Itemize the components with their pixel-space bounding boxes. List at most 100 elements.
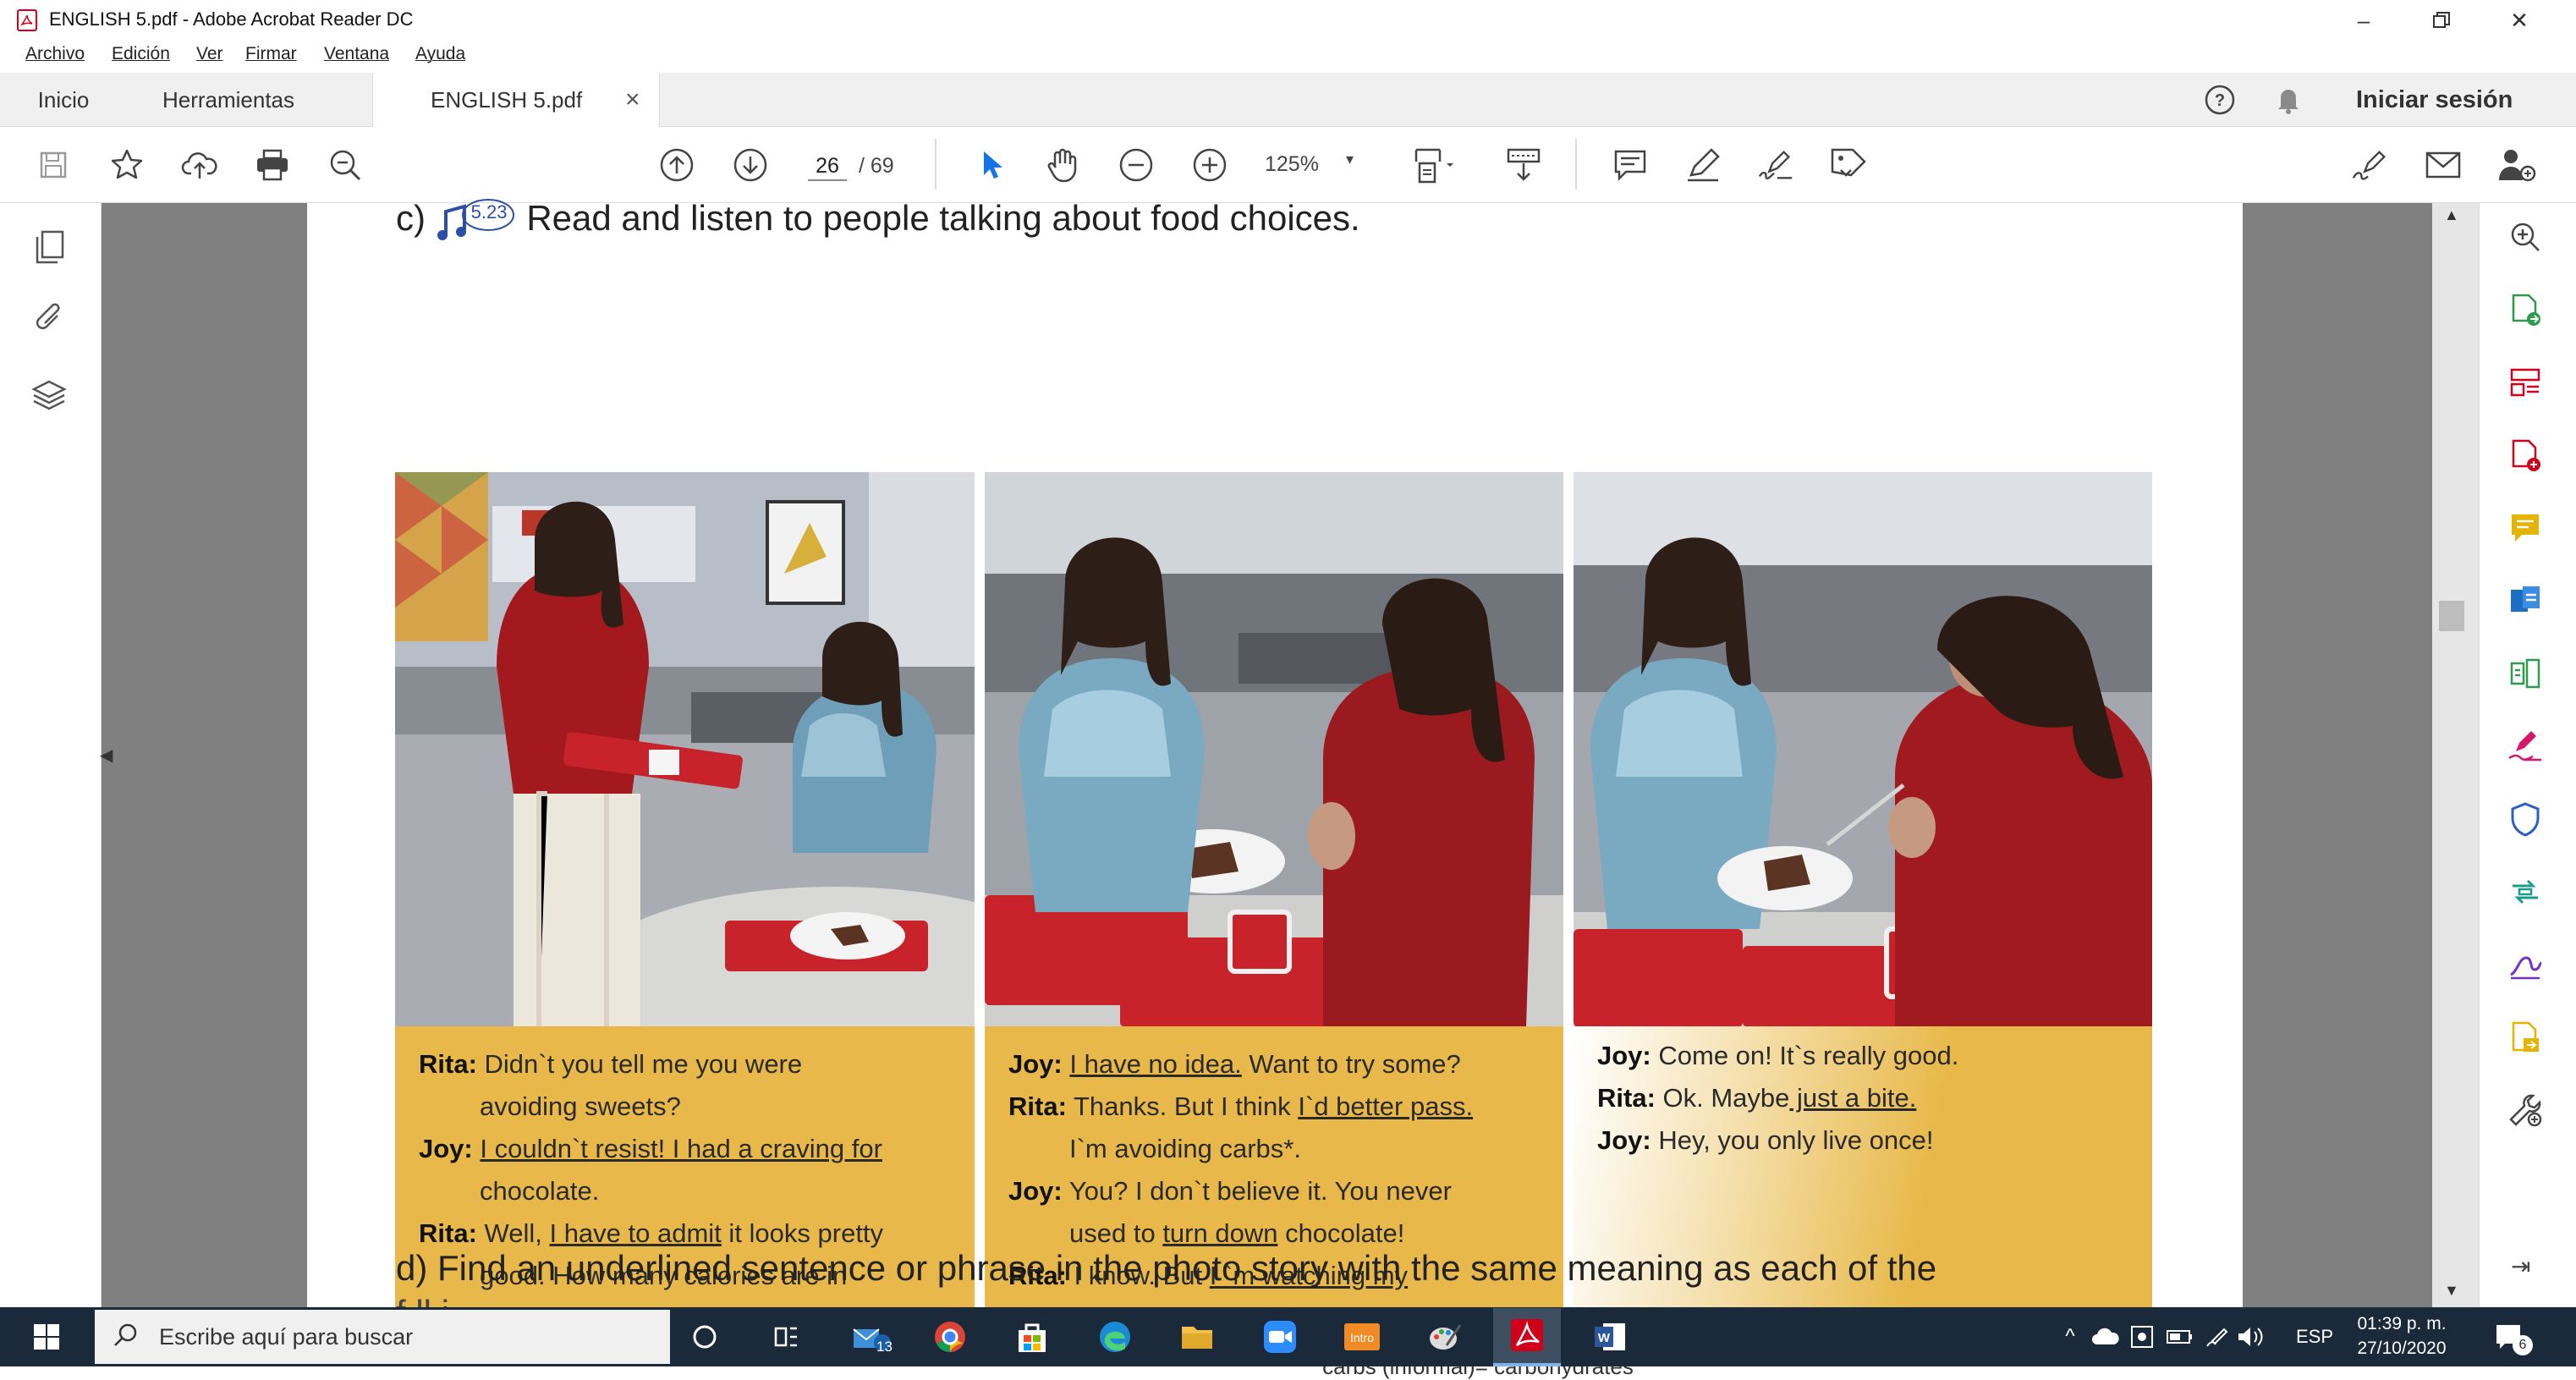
taskbar-search-box[interactable]: Escribe aquí para buscar <box>95 1310 670 1364</box>
search-placeholder: Escribe aquí para buscar <box>159 1323 414 1350</box>
dialogue-text: You? I don`t believe it. You never <box>1068 1176 1452 1206</box>
comment-icon[interactable] <box>1611 146 1650 184</box>
windows-start-icon[interactable] <box>25 1313 68 1361</box>
print-icon[interactable] <box>253 146 292 184</box>
onedrive-icon[interactable] <box>2088 1313 2122 1361</box>
fill-sign-icon[interactable] <box>2350 146 2389 184</box>
comment-tool-icon[interactable] <box>2504 507 2546 549</box>
scrollbar-thumb[interactable] <box>2439 601 2464 631</box>
stamp-tag-icon[interactable] <box>1829 146 1868 184</box>
maximize-button[interactable] <box>2404 2 2479 39</box>
bookmark-star-icon[interactable] <box>107 146 146 184</box>
action-center-icon[interactable]: 6 <box>2487 1313 2533 1361</box>
convert-pdf-icon[interactable] <box>2504 580 2546 622</box>
left-sidebar <box>0 203 102 1307</box>
tab-document[interactable]: ENGLISH 5.pdf × <box>372 73 660 127</box>
scroll-up-arrow-icon[interactable]: ▲ <box>2444 206 2459 224</box>
system-clock[interactable]: 01:39 p. m. 27/10/2020 <box>2355 1311 2448 1361</box>
dialogue-line: Joy: Hey, you only live once! <box>1597 1119 2152 1162</box>
file-explorer-icon[interactable] <box>1176 1313 1218 1361</box>
menu-archivo[interactable]: Archivo <box>25 44 85 64</box>
underlined-phrase: just a bite. <box>1789 1083 1917 1113</box>
notification-badge: 6 <box>2513 1335 2533 1355</box>
sign-icon[interactable] <box>1756 146 1795 184</box>
organize-pages-icon[interactable] <box>2504 361 2546 404</box>
help-icon[interactable]: ? <box>2204 84 2236 120</box>
more-tools-wrench-icon[interactable] <box>2504 1089 2546 1131</box>
select-cursor-icon[interactable] <box>971 146 1010 184</box>
menu-ventana[interactable]: Ventana <box>324 44 389 64</box>
vertical-scrollbar[interactable]: ▲ ▼ <box>2432 203 2479 1307</box>
minimize-button[interactable]: – <box>2326 2 2401 39</box>
dialogue-line: Rita: Didn`t you tell me you were <box>419 1043 975 1086</box>
scroll-down-arrow-icon[interactable]: ▼ <box>2444 1282 2459 1300</box>
store-icon[interactable] <box>1011 1313 1053 1361</box>
menu-edicion[interactable]: Edición <box>112 44 170 64</box>
track-number: 5.23 <box>470 201 508 223</box>
zoom-in-icon[interactable] <box>1190 146 1229 184</box>
tab-close-button[interactable]: × <box>625 85 640 114</box>
fill-and-sign-icon[interactable] <box>2504 725 2546 767</box>
battery-icon[interactable] <box>2162 1313 2196 1361</box>
scroll-mode-icon[interactable] <box>1504 146 1543 184</box>
dialogue-text: avoiding sweets? <box>480 1091 681 1121</box>
show-hidden-icons-chevron-icon[interactable]: ^ <box>2057 1313 2083 1361</box>
page-number-input[interactable]: 26 <box>808 151 847 181</box>
create-pdf-icon[interactable] <box>2504 434 2546 476</box>
export-document-icon[interactable] <box>2504 1016 2546 1058</box>
close-window-button[interactable]: ✕ <box>2482 2 2557 39</box>
zoom-search-icon[interactable] <box>326 146 365 184</box>
tray-app-icon[interactable] <box>2125 1313 2159 1361</box>
tab-home[interactable]: Inicio <box>0 73 127 127</box>
acrobat-taskbar-active[interactable] <box>1493 1308 1561 1366</box>
zoom-app-icon[interactable] <box>1259 1313 1301 1361</box>
bell-icon[interactable] <box>2274 85 2303 119</box>
enhance-scans-zoom-icon[interactable] <box>2504 216 2546 258</box>
page-up-icon[interactable] <box>657 146 696 184</box>
speaker-name: Joy: <box>1008 1049 1063 1079</box>
zoom-select[interactable]: 125% ▾ <box>1265 151 1383 181</box>
layers-icon[interactable] <box>30 377 68 418</box>
mail-app-icon[interactable]: 13 <box>846 1313 897 1361</box>
collapse-left-panel-icon[interactable]: ◀ <box>100 745 113 766</box>
clock-time: 01:39 p. m. <box>2357 1314 2447 1333</box>
page-fit-icon[interactable] <box>1409 146 1468 184</box>
menu-firmar[interactable]: Firmar <box>245 44 297 64</box>
pen-ink-icon[interactable] <box>2200 1313 2233 1361</box>
edge-icon[interactable] <box>1094 1313 1136 1361</box>
pages-thumbnail-icon[interactable] <box>32 228 66 270</box>
word-app-icon[interactable]: W <box>1589 1313 1631 1361</box>
chrome-icon[interactable] <box>929 1313 971 1361</box>
volume-icon[interactable] <box>2233 1313 2267 1361</box>
dialogue-box-3: Joy: Come on! It`s really good. Rita: Ok.… <box>1574 1026 2152 1346</box>
zoom-out-icon[interactable] <box>1117 146 1156 184</box>
add-user-icon[interactable] <box>2497 146 2536 184</box>
save-icon[interactable] <box>34 146 73 184</box>
highlight-pen-icon[interactable] <box>1683 146 1722 184</box>
email-icon[interactable] <box>2424 146 2463 184</box>
underlined-phrase: turn down <box>1162 1218 1278 1248</box>
underlined-phrase: I`d better pass. <box>1298 1091 1474 1121</box>
send-for-signature-icon[interactable] <box>2504 943 2546 986</box>
tab-tools[interactable]: Herramientas <box>127 73 330 127</box>
title-bar: ENGLISH 5.pdf - Adobe Acrobat Reader DC … <box>0 0 2576 41</box>
export-pdf-icon[interactable] <box>2504 289 2546 331</box>
upload-cloud-icon[interactable] <box>180 146 219 184</box>
signin-button[interactable]: Iniciar sesión <box>2356 73 2513 127</box>
expand-pane-icon[interactable]: ⇥ <box>2511 1252 2530 1280</box>
task-view-icon[interactable] <box>766 1313 808 1361</box>
paint-app-icon[interactable] <box>1424 1313 1466 1361</box>
page-down-icon[interactable] <box>731 146 770 184</box>
document-viewport[interactable]: ◀ c) 5.23 Read and listen to people talk… <box>100 198 2480 1379</box>
edit-pdf-icon[interactable] <box>2504 652 2546 695</box>
protect-shield-icon[interactable] <box>2504 798 2546 840</box>
cortana-icon[interactable] <box>684 1313 726 1361</box>
menu-ayuda[interactable]: Ayuda <box>415 44 465 64</box>
menu-ver[interactable]: Ver <box>196 44 223 64</box>
pdf-page: c) 5.23 Read and listen to people talkin… <box>307 198 2243 1379</box>
language-indicator[interactable]: ESP <box>2296 1313 2333 1361</box>
attachment-icon[interactable] <box>32 300 66 342</box>
intro-app-icon[interactable]: Intro <box>1341 1313 1383 1361</box>
hand-tool-icon[interactable] <box>1044 146 1083 184</box>
compare-files-icon[interactable] <box>2504 871 2546 913</box>
